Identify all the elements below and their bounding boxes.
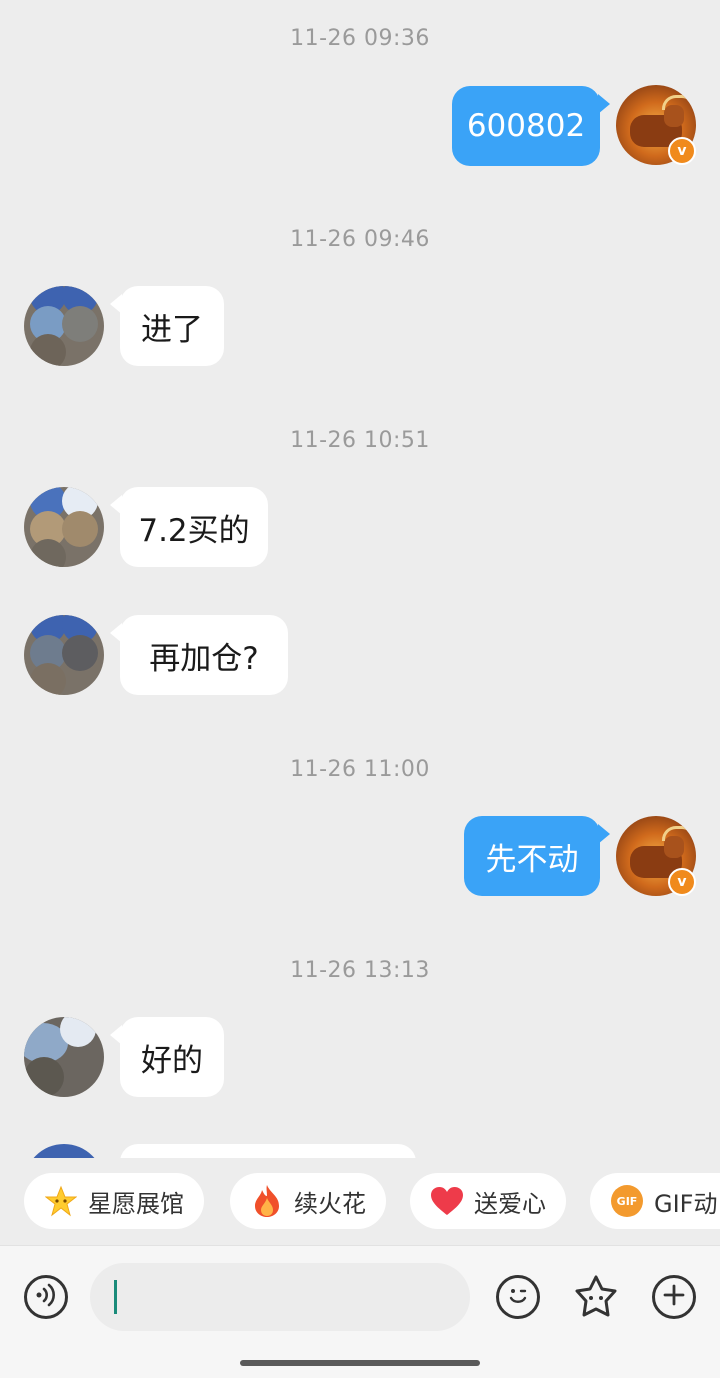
- heart-icon: [430, 1184, 464, 1218]
- chip-label: 送爱心: [474, 1189, 546, 1218]
- message-bubble-incoming[interactable]: 7.2买的: [110, 487, 268, 567]
- friend-avatar[interactable]: [24, 286, 104, 366]
- message-bubble-outgoing[interactable]: 先不动: [464, 816, 610, 896]
- chip-label: 星愿展馆: [88, 1189, 184, 1218]
- voice-icon: [33, 1282, 59, 1312]
- home-indicator[interactable]: [240, 1360, 480, 1366]
- message-bubble-incoming[interactable]: 进了: [110, 286, 224, 366]
- chip-send-love[interactable]: 送爱心: [410, 1173, 566, 1229]
- friend-avatar[interactable]: [24, 1144, 104, 1158]
- message-timestamp: 11-26 09:36: [290, 26, 430, 51]
- message-timestamp: 11-26 09:46: [290, 227, 430, 252]
- gif-icon-text: GIF: [611, 1185, 643, 1217]
- friend-avatar[interactable]: [24, 615, 104, 695]
- emoji-icon: [503, 1280, 533, 1314]
- more-button[interactable]: [652, 1275, 696, 1319]
- bull-horn-shape: [662, 826, 696, 841]
- message-timestamp: 11-26 10:51: [290, 428, 430, 453]
- fire-icon: [250, 1184, 284, 1218]
- message-timestamp: 11-26 11:00: [290, 757, 430, 782]
- voice-button[interactable]: [24, 1275, 68, 1319]
- friend-avatar[interactable]: [24, 1017, 104, 1097]
- message-timestamp: 11-26 13:13: [290, 958, 430, 983]
- chat-message-list[interactable]: 11-26 09:36 600802 v 11-26 09:46 进了 11-2…: [0, 0, 720, 1158]
- plus-icon: [662, 1283, 686, 1311]
- friend-avatar[interactable]: [24, 487, 104, 567]
- message-input[interactable]: [90, 1263, 470, 1331]
- message-bubble-incoming[interactable]: 再加仓?: [110, 615, 288, 695]
- message-bubble-incoming[interactable]: [120, 1144, 416, 1158]
- bull-horn-shape: [662, 95, 696, 110]
- chip-label: GIF动: [654, 1189, 718, 1218]
- star-icon: [44, 1184, 78, 1218]
- input-bar: [0, 1245, 720, 1378]
- quick-action-bar[interactable]: 星愿展馆 续火花 送爱心 GIF GIF动: [0, 1158, 720, 1244]
- message-bubble-incoming[interactable]: 好的: [110, 1017, 224, 1097]
- gif-icon: GIF: [610, 1184, 644, 1218]
- verified-badge-icon: v: [668, 137, 696, 165]
- emoji-button[interactable]: [496, 1275, 540, 1319]
- text-caret: [114, 1280, 117, 1314]
- sticker-button[interactable]: [572, 1273, 620, 1321]
- verified-badge-icon: v: [668, 868, 696, 896]
- sticker-star-icon: [572, 1275, 620, 1325]
- chip-continue-spark[interactable]: 续火花: [230, 1173, 386, 1229]
- chip-star-museum[interactable]: 星愿展馆: [24, 1173, 204, 1229]
- chip-gif[interactable]: GIF GIF动: [590, 1173, 720, 1229]
- message-bubble-outgoing[interactable]: 600802: [452, 86, 610, 166]
- chip-label: 续火花: [294, 1189, 366, 1218]
